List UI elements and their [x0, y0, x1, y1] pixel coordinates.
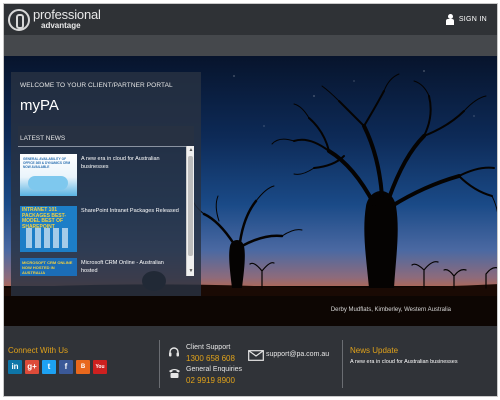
news-divider	[18, 146, 186, 147]
news-thumbnail: INTRANET 101 PACKAGES BEST-MODEL BEST OF…	[20, 206, 77, 252]
footer-divider	[159, 340, 160, 388]
general-enquiries-label: General Enquiries	[186, 366, 243, 373]
linkedin-icon[interactable]: in	[8, 360, 22, 374]
news-thumbnail: MICROSOFT CRM ONLINE NOW HOSTED IN AUSTR…	[20, 258, 77, 276]
logo[interactable]: professional advantage	[8, 7, 101, 33]
news-title[interactable]: A new era in cloud for Australian busine…	[81, 156, 180, 204]
scroll-up-icon[interactable]: ▲	[188, 147, 194, 154]
logo-line-2: advantage	[41, 20, 81, 30]
news-thumbnail: GENERAL AVAILABILITY OF OFFICE 365 & DYN…	[20, 154, 77, 196]
scrollbar-thumb[interactable]	[188, 156, 193, 256]
news-item[interactable]: MICROSOFT CRM ONLINE NOW HOSTED IN AUSTR…	[20, 258, 180, 276]
client-support-label: Client Support	[186, 344, 231, 351]
news-scrollbar[interactable]: ▲ ▼	[186, 146, 194, 276]
user-icon	[445, 14, 454, 25]
news-thumbnail-caption: MICROSOFT CRM ONLINE NOW HOSTED IN AUSTR…	[22, 260, 73, 275]
logo-text: professional advantage	[33, 6, 101, 31]
latest-news-list[interactable]: LATEST NEWS GENERAL AVAILABILITY OF OFFI…	[18, 126, 194, 276]
news-update-link[interactable]: A new era in cloud for Australian busine…	[350, 359, 458, 365]
top-nav-bar: professional advantage SIGN IN	[4, 4, 497, 35]
portal-title: myPA	[20, 97, 59, 114]
social-links: in g+ t f B You	[8, 360, 107, 374]
footer-divider	[342, 340, 343, 388]
news-thumbnail-caption: INTRANET 101 PACKAGES BEST-MODEL BEST OF…	[22, 207, 67, 230]
sign-in-label: SIGN IN	[458, 16, 487, 23]
news-item[interactable]: INTRANET 101 PACKAGES BEST-MODEL BEST OF…	[20, 206, 180, 256]
photo-caption: Derby Mudflats, Kimberley, Western Austr…	[330, 307, 451, 313]
intranet-graphic	[26, 228, 70, 248]
sign-in-button[interactable]: SIGN IN	[445, 14, 487, 25]
secondary-nav-bar	[4, 35, 497, 56]
logo-mark-icon	[8, 9, 30, 31]
latest-news-heading: LATEST NEWS	[20, 135, 66, 142]
news-title[interactable]: Microsoft CRM Online - Australian hosted	[81, 260, 180, 276]
portal-panel: WELCOME TO YOUR CLIENT/PARTNER PORTAL my…	[11, 72, 201, 296]
logo-line-1: professional	[33, 6, 101, 22]
blog-icon[interactable]: B	[76, 360, 90, 374]
cloud-graphic	[28, 176, 68, 190]
footer: Connect With Us in g+ t f B You Client S…	[4, 326, 497, 396]
general-enquiries-number[interactable]: 02 9919 8900	[186, 376, 235, 385]
news-item[interactable]: GENERAL AVAILABILITY OF OFFICE 365 & DYN…	[20, 154, 180, 204]
phone-icon	[169, 369, 180, 378]
latest-news-header: LATEST NEWS	[18, 126, 194, 146]
connect-with-us-heading: Connect With Us	[8, 346, 69, 355]
scroll-down-icon[interactable]: ▼	[188, 268, 194, 275]
envelope-icon	[248, 350, 264, 361]
news-thumbnail-caption: GENERAL AVAILABILITY OF OFFICE 365 & DYN…	[23, 157, 71, 169]
news-title[interactable]: SharePoint Intranet Packages Released	[81, 208, 179, 256]
support-email-link[interactable]: support@pa.com.au	[266, 351, 329, 358]
twitter-icon[interactable]: t	[42, 360, 56, 374]
page: professional advantage SIGN IN Derby Mud…	[3, 3, 498, 397]
news-update-heading: News Update	[350, 346, 399, 355]
facebook-icon[interactable]: f	[59, 360, 73, 374]
googleplus-icon[interactable]: g+	[25, 360, 39, 374]
headset-icon	[169, 347, 179, 357]
client-support-number[interactable]: 1300 658 608	[186, 354, 235, 363]
portal-welcome-heading: WELCOME TO YOUR CLIENT/PARTNER PORTAL	[20, 82, 173, 89]
youtube-icon[interactable]: You	[93, 360, 107, 374]
